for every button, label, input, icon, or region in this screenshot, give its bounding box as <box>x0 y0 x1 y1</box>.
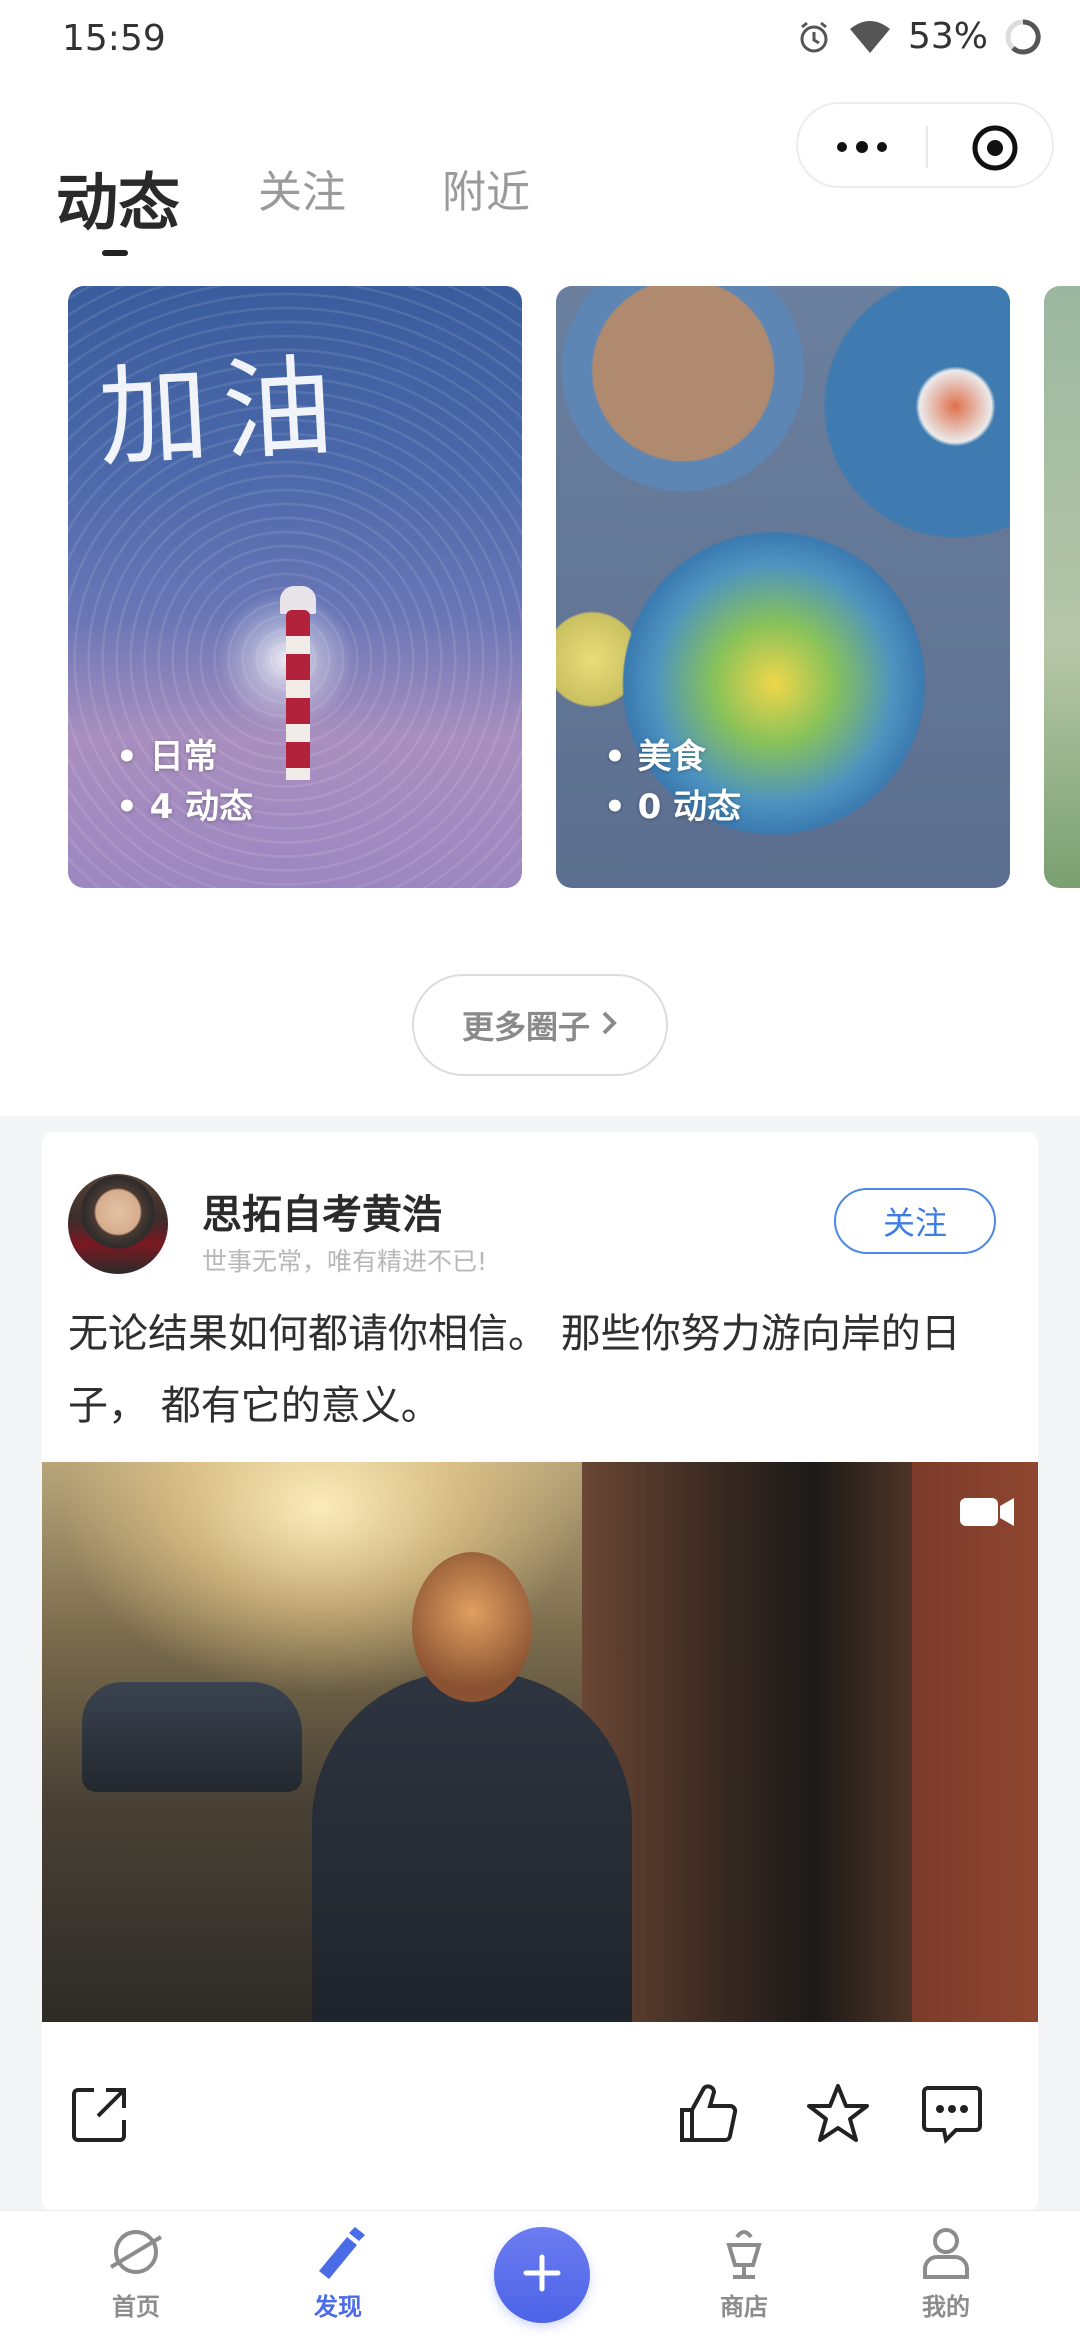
cup-icon <box>674 2223 814 2281</box>
nav-me-label: 我的 <box>922 2293 970 2321</box>
lighthouse <box>286 610 310 780</box>
nav-discover[interactable]: 发现 <box>268 2223 408 2322</box>
avatar[interactable] <box>68 1174 168 1274</box>
header: 动态 关注 附近 <box>0 80 1080 266</box>
circle-count: 0 动态 <box>604 782 742 832</box>
video-camera-icon <box>958 1494 1016 1534</box>
chevron-right-icon <box>600 1006 618 1044</box>
publish-button[interactable] <box>494 2227 590 2323</box>
more-icon[interactable] <box>832 127 892 167</box>
star-icon[interactable] <box>806 2082 870 2150</box>
more-circles-button[interactable]: 更多圈子 <box>412 974 668 1076</box>
nav-me[interactable]: 我的 <box>876 2223 1016 2322</box>
photo-person <box>312 1672 632 2022</box>
photo-person-head <box>412 1552 532 1702</box>
post-card: 思拓自考黄浩 世事无常，唯有精进不已! 关注 无论结果如何都请你相信。 那些你努… <box>42 1132 1038 2212</box>
active-tab-indicator <box>102 250 128 256</box>
share-icon[interactable] <box>68 2082 132 2150</box>
nav-home-label: 首页 <box>112 2293 160 2321</box>
planet-icon <box>66 2223 206 2281</box>
post-content: 无论结果如何都请你相信。 那些你努力游向岸的日子， 都有它的意义。 <box>68 1311 961 1429</box>
battery-text: 53% <box>907 16 988 57</box>
circle-card-food[interactable]: 美食 0 动态 <box>556 286 1010 888</box>
mini-program-capsule <box>796 102 1054 188</box>
capsule-divider <box>926 126 928 168</box>
comment-icon[interactable] <box>920 2082 984 2150</box>
wifi-icon <box>848 19 892 55</box>
battery-icon <box>1004 18 1042 56</box>
circle-meta: 美食 0 动态 <box>604 732 742 832</box>
follow-button[interactable]: 关注 <box>834 1188 996 1254</box>
circle-card-daily[interactable]: 加油 日常 4 动态 <box>68 286 522 888</box>
card-image-text: 加油 <box>95 341 350 483</box>
tab-guanzhu[interactable]: 关注 <box>258 156 346 220</box>
author-name[interactable]: 思拓自考黄浩 <box>202 1182 442 1240</box>
bottom-nav: 首页 发现 商店 我的 <box>0 2210 1080 2340</box>
nav-discover-label: 发现 <box>314 2293 362 2321</box>
more-circles-label: 更多圈子 <box>461 1008 590 1046</box>
author-motto: 世事无常，唯有精进不已! <box>202 1247 488 1276</box>
pen-icon <box>268 2223 408 2281</box>
tab-dongtai[interactable]: 动态 <box>56 152 180 242</box>
tab-fujin[interactable]: 附近 <box>442 156 530 220</box>
circle-card-partial[interactable] <box>1044 286 1080 888</box>
circle-meta: 日常 4 动态 <box>116 732 254 832</box>
post-video-cover[interactable] <box>42 1462 1038 2022</box>
circle-tag: 日常 <box>116 732 253 782</box>
circle-count: 4 动态 <box>116 782 254 832</box>
status-icons: 53% <box>796 16 1042 57</box>
nav-shop-label: 商店 <box>720 2293 768 2321</box>
status-time: 15:59 <box>62 18 166 59</box>
user-icon <box>876 2223 1016 2281</box>
photo-car <box>82 1682 302 1792</box>
nav-home[interactable]: 首页 <box>66 2223 206 2322</box>
close-target-icon[interactable] <box>970 123 1020 173</box>
post-actions <box>42 2022 1038 2212</box>
alarm-icon <box>796 19 832 55</box>
status-bar: 15:59 53% <box>0 0 1080 80</box>
nav-shop[interactable]: 商店 <box>674 2223 814 2322</box>
circle-tag: 美食 <box>604 732 741 782</box>
plus-icon <box>520 2251 564 2299</box>
like-icon[interactable] <box>676 2082 740 2150</box>
